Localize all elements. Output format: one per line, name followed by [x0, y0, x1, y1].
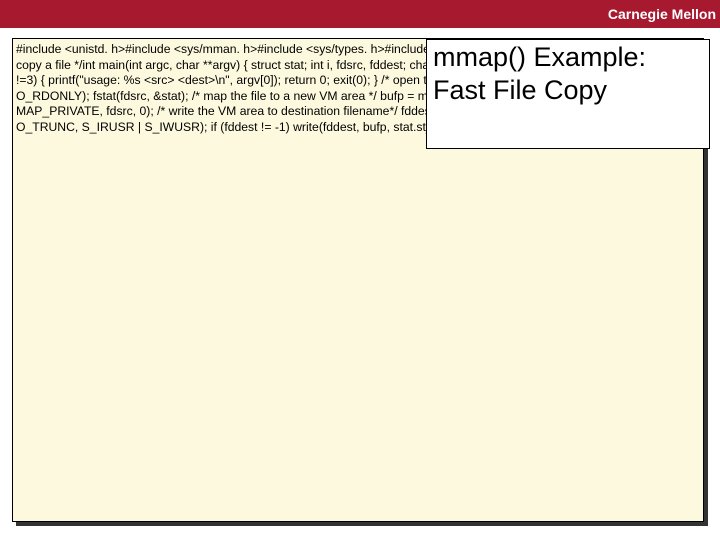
- slide-area: #include <unistd. h>#include <sys/mman. …: [0, 28, 720, 540]
- slide-title: mmap() Example: Fast File Copy: [426, 39, 710, 149]
- brand-label: Carnegie Mellon: [608, 6, 716, 22]
- header-bar: Carnegie Mellon: [0, 0, 720, 28]
